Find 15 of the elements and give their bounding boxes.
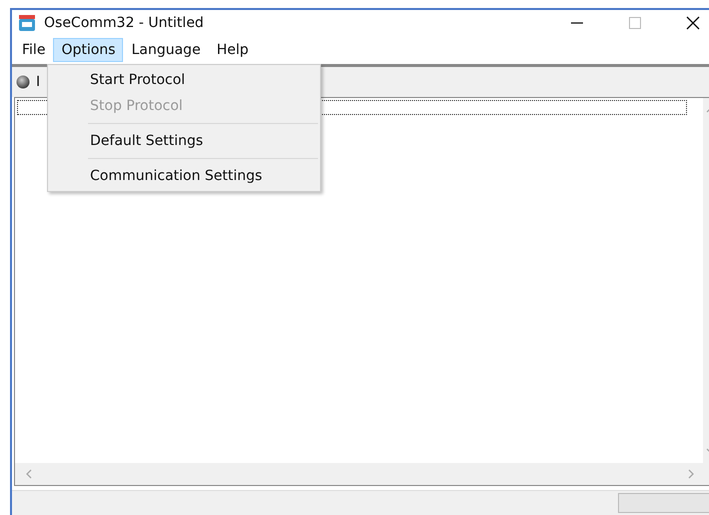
status-label: I xyxy=(36,74,40,90)
menu-item[interactable]: Help xyxy=(208,38,256,62)
menu-item[interactable]: File xyxy=(14,38,54,62)
menu-item[interactable]: Options xyxy=(53,38,124,62)
menu-option[interactable]: Default Settings xyxy=(48,128,320,154)
menu-option[interactable]: Communication Settings xyxy=(48,163,320,189)
close-icon[interactable] xyxy=(686,16,700,30)
scroll-left-icon[interactable] xyxy=(25,469,33,479)
status-light-icon xyxy=(16,75,30,89)
window-title: OseComm32 - Untitled xyxy=(44,15,204,31)
maximize-icon[interactable] xyxy=(628,16,642,30)
menu-item[interactable]: Language xyxy=(123,38,209,62)
menu-option[interactable]: Start Protocol xyxy=(48,67,320,93)
app-icon xyxy=(18,15,36,31)
scroll-right-icon[interactable] xyxy=(687,469,695,479)
